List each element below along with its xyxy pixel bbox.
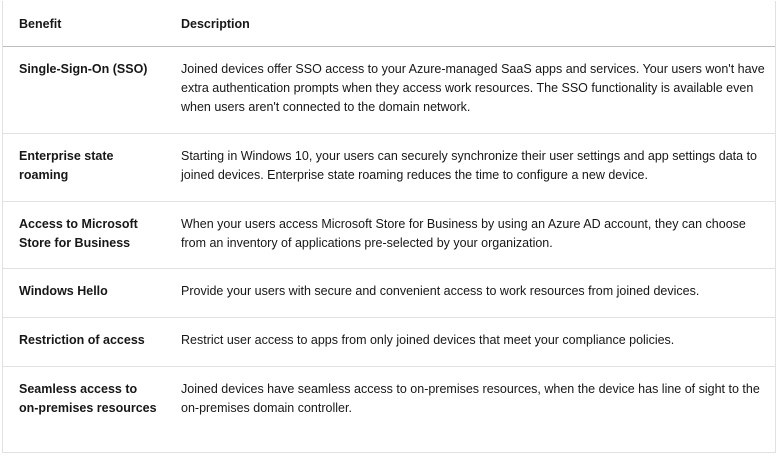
description-cell: Joined devices offer SSO access to your …	[181, 62, 765, 114]
header-description: Description	[181, 17, 250, 31]
table-row: Enterprise state roaming Starting in Win…	[3, 134, 775, 202]
description-cell: Provide your users with secure and conve…	[181, 284, 700, 298]
table-header-row: Benefit Description	[3, 1, 775, 47]
benefit-cell: Enterprise state roaming	[19, 149, 114, 182]
benefit-cell: Single-Sign-On (SSO)	[19, 62, 148, 76]
table-row: Seamless access to on-premises resources…	[3, 367, 775, 453]
description-cell: Starting in Windows 10, your users can s…	[181, 149, 757, 182]
header-benefit: Benefit	[19, 17, 62, 31]
benefit-cell: Access to Microsoft Store for Business	[19, 217, 138, 250]
table-row: Windows Hello Provide your users with se…	[3, 269, 775, 318]
table-row: Single-Sign-On (SSO) Joined devices offe…	[3, 47, 775, 134]
table-row: Restriction of access Restrict user acce…	[3, 318, 775, 367]
table-row: Access to Microsoft Store for Business W…	[3, 202, 775, 269]
description-cell: Restrict user access to apps from only j…	[181, 333, 675, 347]
benefits-table: Benefit Description Single-Sign-On (SSO)…	[2, 1, 776, 453]
benefit-cell: Restriction of access	[19, 333, 145, 347]
benefit-cell: Seamless access to on-premises resources	[19, 382, 157, 415]
benefit-cell: Windows Hello	[19, 284, 108, 298]
description-cell: When your users access Microsoft Store f…	[181, 217, 746, 250]
description-cell: Joined devices have seamless access to o…	[181, 382, 760, 415]
